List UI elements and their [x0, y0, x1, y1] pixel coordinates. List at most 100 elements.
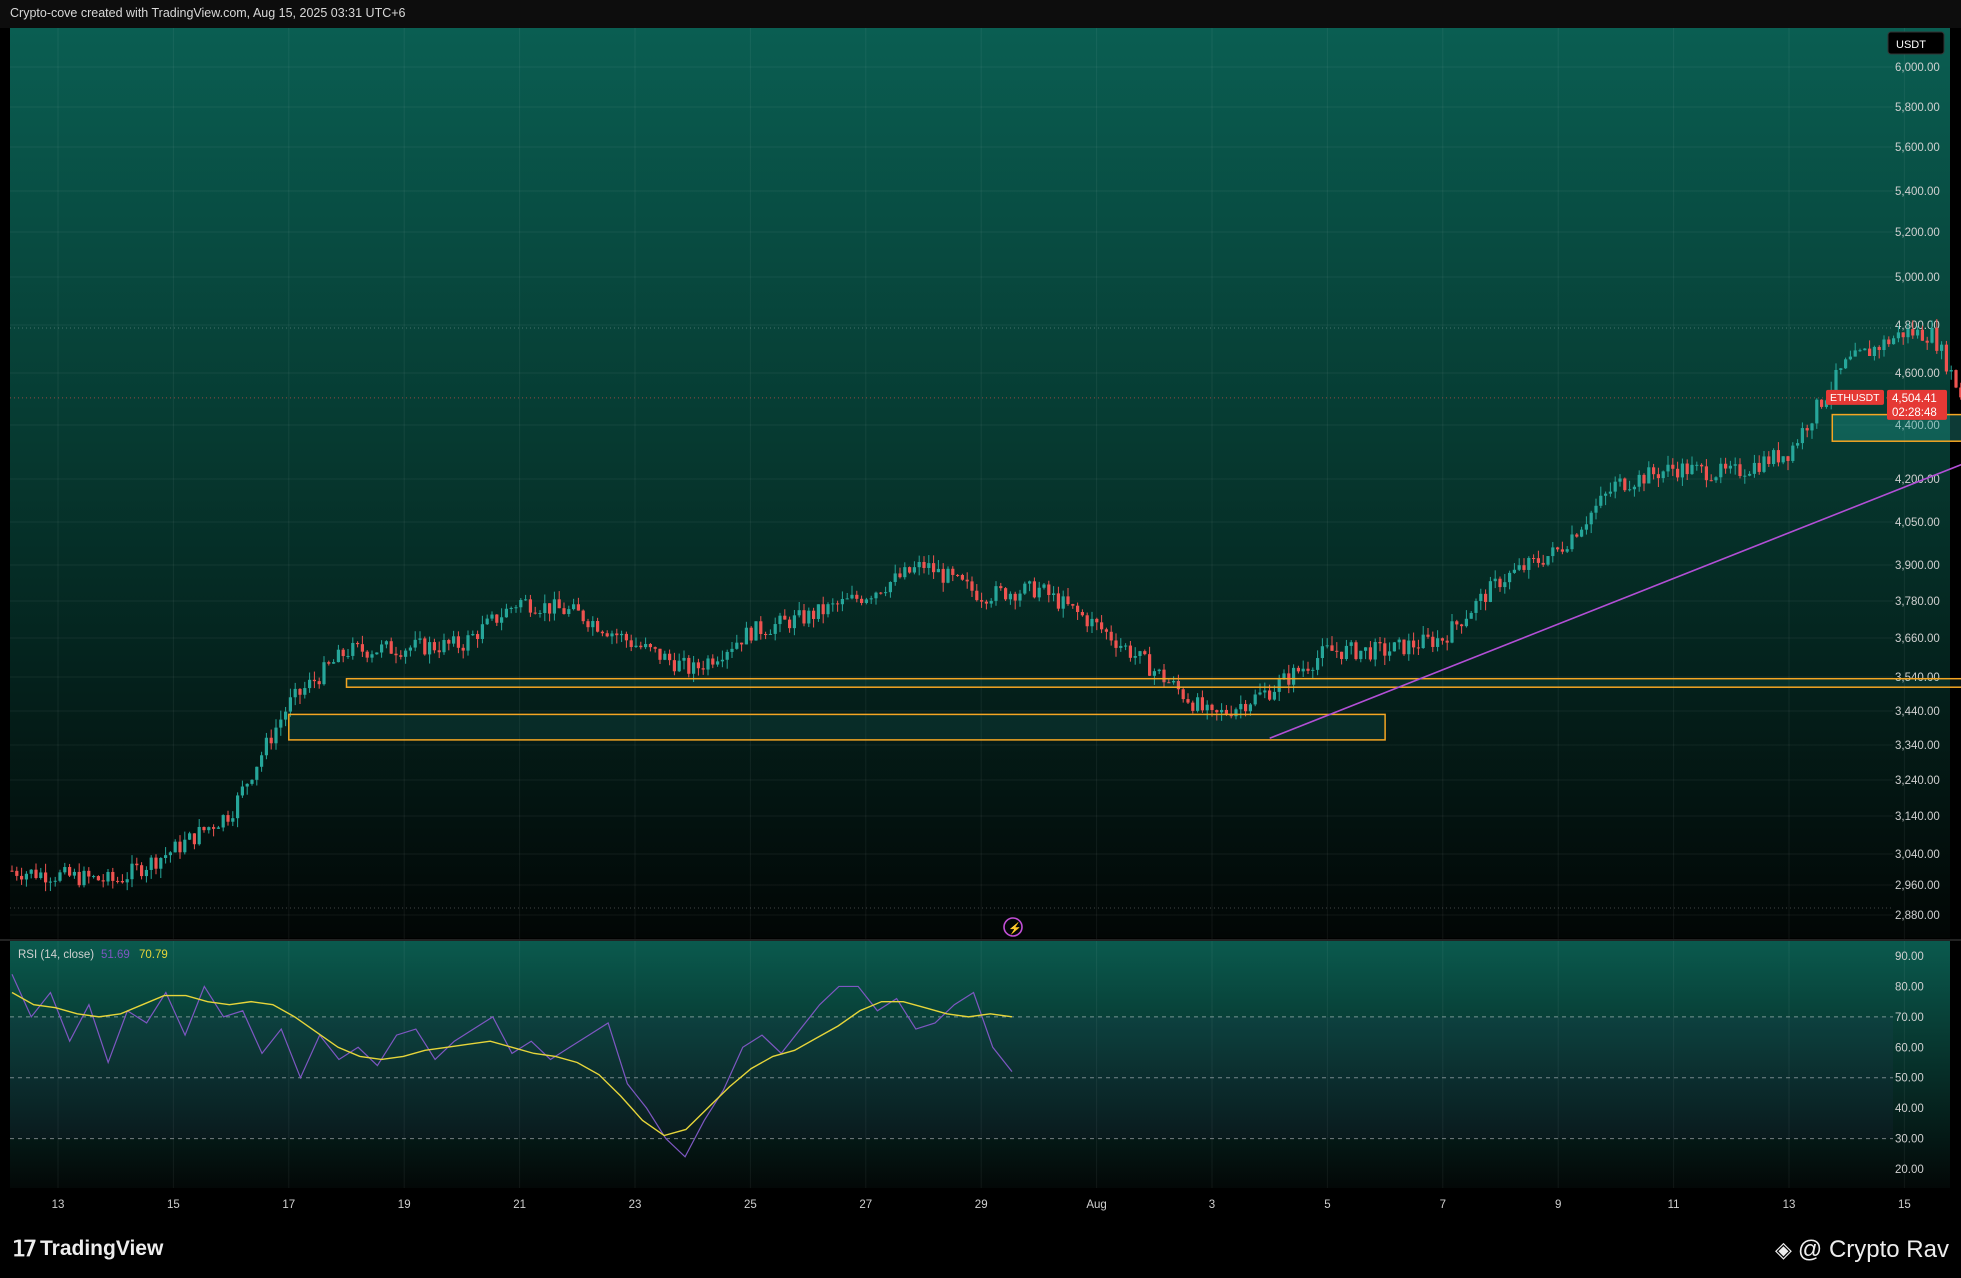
candle-body — [1580, 529, 1584, 537]
author-name: @ Crypto Rav — [1797, 1236, 1949, 1263]
candle-body — [1484, 593, 1488, 602]
price-pane — [10, 28, 1950, 938]
candle-body — [893, 573, 897, 583]
candle-body — [471, 634, 475, 636]
candle-body — [101, 880, 105, 882]
candle-body — [1191, 702, 1195, 711]
candle-body — [264, 737, 268, 756]
candle-body — [1186, 699, 1190, 703]
candle-body — [1556, 547, 1560, 550]
candle-body — [951, 568, 955, 575]
candle-body — [826, 604, 830, 615]
chart-canvas[interactable]: 131517192123252729Aug3579111315171921232… — [0, 0, 1961, 1220]
candle-body — [485, 618, 489, 625]
candle-body — [197, 826, 201, 845]
candle-body — [1848, 356, 1852, 360]
candle-body — [1316, 658, 1320, 670]
candle-body — [250, 779, 254, 784]
candle-body — [356, 642, 360, 645]
candle-body — [797, 610, 801, 616]
x-tick-label: 9 — [1555, 1199, 1561, 1211]
candle-body — [1805, 428, 1809, 431]
x-tick-label: 11 — [1668, 1199, 1680, 1211]
candle-body — [1320, 646, 1324, 659]
candle-body — [831, 603, 835, 605]
candle-body — [1445, 640, 1449, 643]
candle-body — [255, 766, 259, 780]
candle-body — [1724, 463, 1728, 469]
candle-body — [1080, 612, 1084, 616]
candle-body — [504, 608, 508, 618]
candle-body — [1853, 350, 1857, 357]
candle-body — [509, 607, 513, 609]
candle-body — [1493, 578, 1497, 582]
rsi-y-tick-label: 60.00 — [1895, 1042, 1924, 1054]
candle-body — [1911, 329, 1915, 336]
rsi-band-fill — [10, 1016, 1893, 1139]
candle-body — [1042, 584, 1046, 588]
bottom-bar: 𝟣𝟩 TradingView ◈ @ Crypto Rav — [0, 1220, 1961, 1278]
candle-body — [236, 795, 240, 819]
candle-body — [1820, 399, 1824, 407]
candle-body — [1527, 557, 1531, 570]
candle-body — [44, 872, 48, 883]
candle-body — [1920, 329, 1924, 341]
candle-body — [48, 881, 52, 883]
y-tick-label: 3,440.00 — [1895, 706, 1940, 718]
candle-body — [1004, 588, 1008, 600]
x-tick-label: 15 — [167, 1199, 180, 1211]
candle-body — [188, 833, 192, 840]
candle-body — [725, 651, 729, 660]
candle-body — [1239, 703, 1243, 710]
candle-body — [1412, 640, 1416, 648]
candle-body — [764, 634, 768, 636]
candle-body — [1517, 565, 1521, 570]
candle-body — [677, 660, 681, 672]
y-tick-label: 5,800.00 — [1895, 102, 1940, 114]
candle-body — [500, 617, 504, 623]
tradingview-logo[interactable]: 𝟣𝟩 TradingView — [12, 1236, 163, 1262]
candle-body — [1954, 370, 1958, 388]
candle-body — [1560, 549, 1564, 552]
candle-body — [1714, 477, 1718, 481]
candle-body — [144, 869, 148, 877]
candle-body — [672, 660, 676, 672]
candle-body — [1868, 348, 1872, 357]
candle-body — [557, 599, 561, 609]
candle-body — [1450, 621, 1454, 643]
x-tick-label: Aug — [1086, 1199, 1106, 1211]
candle-body — [970, 581, 974, 591]
candle-body — [1469, 612, 1473, 619]
candle-body — [284, 711, 288, 720]
candle-body — [1013, 593, 1017, 601]
y-tick-label: 2,880.00 — [1895, 910, 1940, 922]
candle-body — [1896, 332, 1900, 339]
candle-body — [1748, 473, 1752, 476]
candle-body — [735, 642, 739, 649]
candle-body — [423, 638, 427, 655]
rsi-y-tick-label: 30.00 — [1895, 1134, 1924, 1146]
candle-body — [1800, 428, 1804, 444]
candle-body — [1373, 641, 1377, 660]
candle-body — [1340, 651, 1344, 660]
rsi-y-tick-label: 90.00 — [1895, 951, 1924, 963]
candle-body — [989, 600, 993, 604]
candle-body — [1244, 703, 1248, 712]
candle-body — [216, 827, 220, 829]
candle-body — [1325, 645, 1329, 647]
candle-body — [941, 568, 945, 583]
candle-body — [221, 815, 225, 828]
candle-body — [567, 609, 571, 615]
currency-label: USDT — [1896, 39, 1926, 51]
lightning-glyph: ⚡ — [1008, 922, 1022, 935]
candle-body — [1474, 600, 1478, 613]
candle-body — [1594, 505, 1598, 513]
candle-body — [192, 833, 196, 845]
candle-body — [1604, 493, 1608, 496]
y-tick-label: 5,000.00 — [1895, 272, 1940, 284]
candle-body — [658, 648, 662, 660]
candle-body — [1354, 642, 1358, 660]
candle-body — [298, 688, 302, 695]
candle-body — [884, 592, 888, 594]
candle-body — [999, 586, 1003, 589]
